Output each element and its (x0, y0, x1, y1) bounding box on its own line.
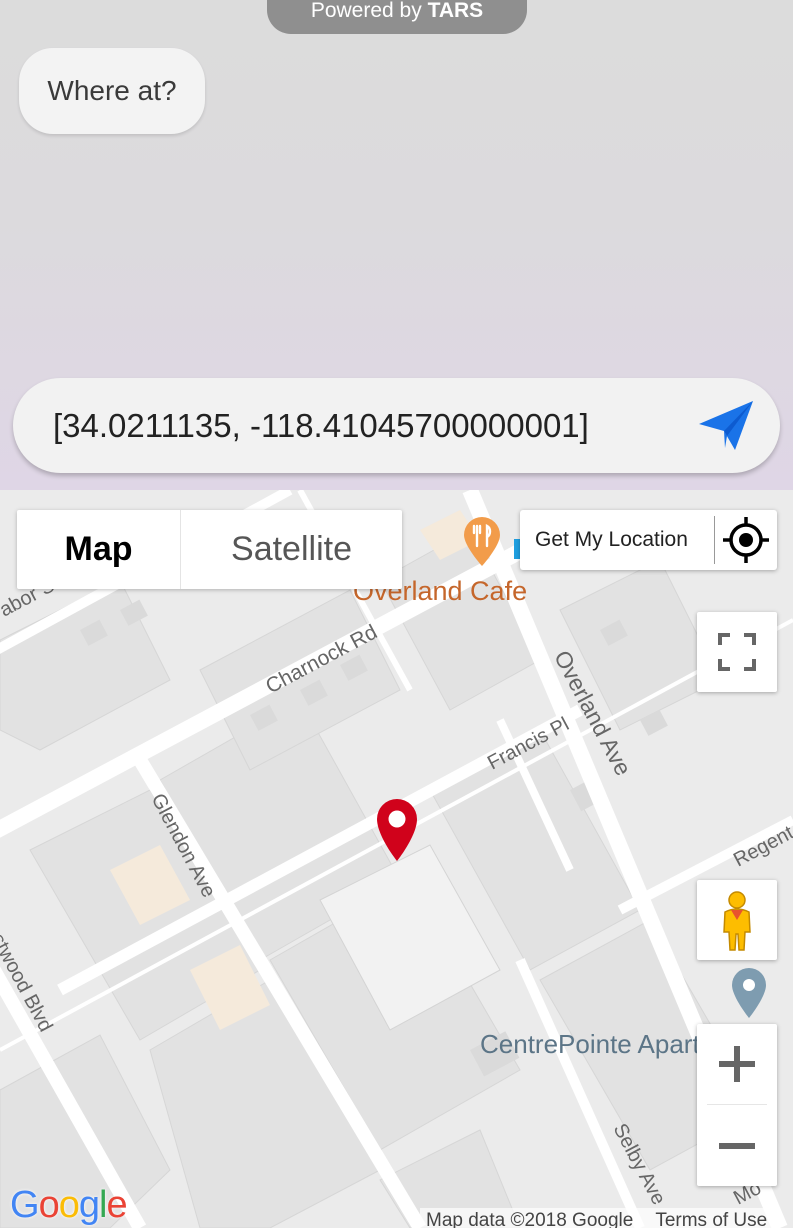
terms-of-use-link[interactable]: Terms of Use (655, 1210, 767, 1228)
send-button[interactable] (697, 398, 757, 454)
fullscreen-button[interactable] (697, 612, 777, 692)
bot-message-text: Where at? (47, 75, 177, 106)
map-type-control: Map Satellite (17, 510, 402, 589)
map-type-map-button[interactable]: Map (17, 510, 180, 589)
street-view-button[interactable] (697, 880, 777, 960)
chat-panel: Powered by TARS Where at? [34.0211135, -… (0, 0, 793, 490)
zoom-control (697, 1024, 777, 1186)
map-view[interactable]: abor St Charnock Rd Overland Ave Francis… (0, 490, 793, 1228)
zoom-out-button[interactable] (697, 1106, 777, 1186)
zoom-in-button[interactable] (697, 1024, 777, 1104)
crosshair-icon (723, 517, 769, 563)
place-pin-icon[interactable] (730, 967, 768, 1019)
zoom-divider (707, 1104, 767, 1105)
powered-by-banner[interactable]: Powered by TARS (267, 0, 527, 34)
powered-by-prefix: Powered by (310, 0, 428, 22)
plus-icon (719, 1046, 755, 1082)
map-attribution: Map data ©2018 Google Terms of Use (420, 1208, 774, 1228)
powered-by-brand: TARS (427, 0, 484, 22)
fullscreen-icon (718, 633, 756, 671)
restaurant-pin-icon[interactable] (462, 516, 502, 568)
minus-icon (719, 1143, 755, 1149)
get-my-location-button[interactable]: Get My Location (520, 510, 777, 570)
message-input-value[interactable]: [34.0211135, -118.41045700000001] (53, 378, 589, 473)
get-my-location-label: Get My Location (535, 528, 688, 551)
location-marker-icon[interactable] (375, 798, 419, 862)
pegman-icon (723, 891, 751, 951)
google-logo[interactable]: Google (10, 1184, 128, 1227)
send-icon (699, 401, 753, 450)
map-type-satellite-button[interactable]: Satellite (181, 510, 402, 589)
get-my-location-divider (714, 516, 715, 564)
message-input-bar[interactable]: [34.0211135, -118.41045700000001] (13, 378, 780, 473)
map-data-text: Map data ©2018 Google (426, 1210, 634, 1228)
bot-message-bubble: Where at? (19, 48, 205, 134)
